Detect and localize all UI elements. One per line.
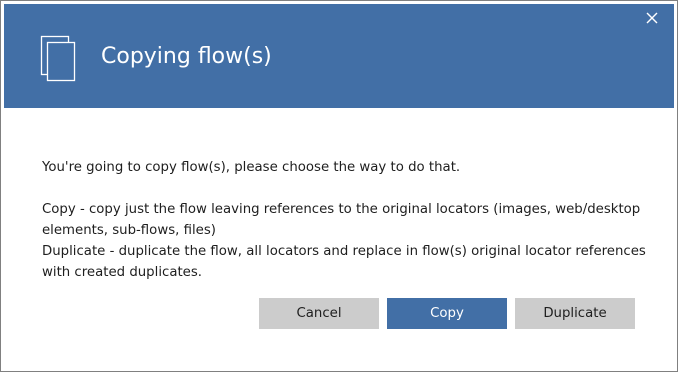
duplicate-button[interactable]: Duplicate (515, 298, 635, 329)
close-icon[interactable] (640, 6, 664, 30)
cancel-button[interactable]: Cancel (259, 298, 379, 329)
intro-text: You're going to copy flow(s), please cho… (42, 160, 461, 175)
copy-description: Copy - copy just the flow leaving refere… (42, 202, 641, 238)
copy-flows-dialog: Copying flow(s) You're going to copy flo… (0, 0, 678, 372)
dialog-header: Copying flow(s) (4, 4, 674, 108)
duplicate-description: Duplicate - duplicate the flow, all loca… (42, 244, 646, 280)
dialog-message: You're going to copy flow(s), please cho… (42, 157, 652, 283)
copy-documents-icon (39, 34, 79, 82)
dialog-title: Copying flow(s) (101, 44, 272, 69)
copy-button[interactable]: Copy (387, 298, 507, 329)
